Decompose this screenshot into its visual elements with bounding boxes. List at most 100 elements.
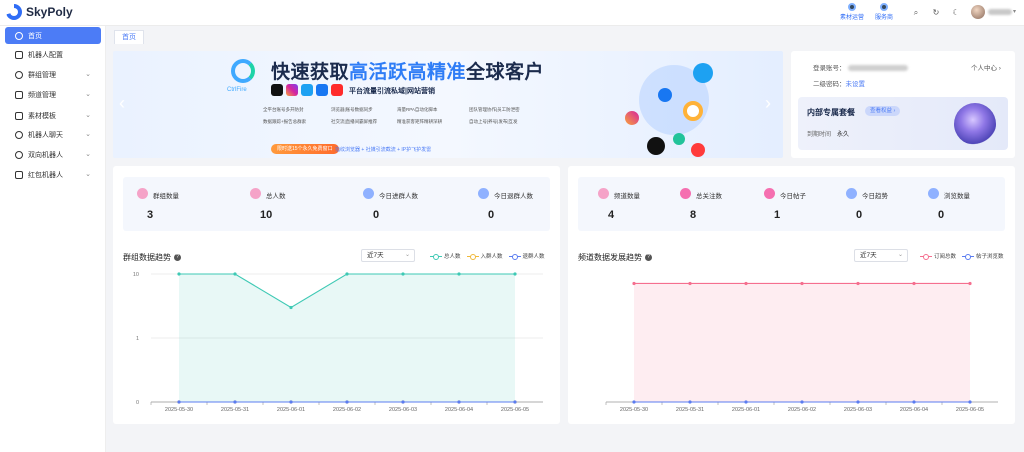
magnifier-icon <box>683 101 703 121</box>
data-point <box>856 281 860 286</box>
banner-cta-button[interactable]: 限时送15个永久免费窗口 <box>271 144 339 154</box>
twitter-icon <box>693 63 713 83</box>
legend-item[interactable]: 退群人数 <box>508 252 545 260</box>
group-range-select[interactable]: 近7天 ⌄ <box>361 249 415 262</box>
youtube-icon <box>331 84 343 96</box>
refresh-icon[interactable]: ↻ <box>931 8 941 18</box>
sidebar-item-label: 机器人聊天 <box>28 131 63 139</box>
legend-item[interactable]: 帖子浏览数 <box>962 252 1004 260</box>
channel-trend-chart: 2025-05-30 2025-05-31 2025-06-01 2025-06-02… <box>605 281 998 413</box>
banner-footer-text: 指纹浏览器 + 社媒引流截流 + IP护飞护发雷 <box>335 147 432 153</box>
x-tick-label: 2025-06-05 <box>501 407 529 413</box>
sidebar-item-red-packet-robot[interactable]: 红包机器人 ⌄ <box>5 166 101 183</box>
data-point <box>968 400 972 404</box>
stat-value: 4 <box>608 209 615 221</box>
legend-marker-icon <box>920 253 932 260</box>
data-point <box>632 400 636 404</box>
profile-link[interactable]: 个人中心 › <box>971 62 1001 72</box>
data-point <box>457 400 461 404</box>
help-icon[interactable]: ? <box>174 254 181 262</box>
chevron-down-icon: ⌄ <box>85 131 91 138</box>
legend-item[interactable]: 入群人数 <box>466 252 503 260</box>
tab-home[interactable]: 首页 <box>114 30 144 44</box>
group-range-value: 近7天 <box>367 252 384 259</box>
stat-value: 0 <box>488 209 495 221</box>
chevron-down-icon: ⌄ <box>85 171 91 178</box>
banner-feature: 社交流|直播间霸屏推荐 <box>331 119 378 124</box>
secondary-password-row: 二级密码：未设置 <box>813 78 865 88</box>
secondary-password-label: 二级密码： <box>813 81 846 88</box>
stat-value: 3 <box>147 209 154 221</box>
sidebar-item-home[interactable]: 首页 <box>5 27 101 44</box>
tiktok-icon <box>271 84 283 96</box>
secondary-password-value[interactable]: 未设置 <box>846 81 866 88</box>
stat-label: 频道数量 <box>614 193 640 200</box>
sidebar-item-channel-management[interactable]: 频道管理 ⌄ <box>5 86 101 103</box>
instagram-icon <box>286 84 298 96</box>
twitter-icon <box>301 84 313 96</box>
sidebar-item-two-way-robot[interactable]: 双向机器人 ⌄ <box>5 146 101 163</box>
series-area <box>634 283 970 402</box>
sidebar-item-robot-config[interactable]: 机器人配置 <box>5 46 101 63</box>
legend-label: 退群人数 <box>522 254 545 260</box>
app-logo[interactable]: SkyPoly <box>6 4 73 20</box>
legend-item[interactable]: 订阅总数 <box>920 252 956 260</box>
profile-link-label: 个人中心 <box>971 65 997 72</box>
sidebar-item-group-management[interactable]: 群组管理 ⌄ <box>5 66 101 83</box>
top-link-service[interactable]: 服务商 <box>869 3 899 21</box>
data-point <box>401 400 405 404</box>
legend-item[interactable]: 总人数 <box>430 252 461 260</box>
chevron-left-icon[interactable]: ‹ <box>119 93 125 114</box>
group-chart-title: 群组数据趋势? <box>123 252 181 263</box>
y-tick-label: 10 <box>133 272 139 278</box>
data-point <box>289 400 293 404</box>
search-icon[interactable]: ⌕ <box>911 8 921 18</box>
data-point <box>401 272 405 276</box>
banner-feature: 浏览器|账号数据同步 <box>331 107 373 112</box>
chevron-right-icon[interactable]: › <box>765 93 771 114</box>
sidebar-item-label: 双向机器人 <box>28 151 63 159</box>
social-icons <box>271 84 343 96</box>
group-trend-chart: 0 1 10 2025-05-30 2025-05-31 2025-06-01 2025-0… <box>133 272 543 413</box>
data-point <box>233 400 237 404</box>
tab-bar: 首页 <box>106 26 1024 46</box>
channel-stats: 频道数量 4 总关注数 8 今日帖子 1 今日趋势 0 浏览数量 0 <box>578 177 1005 231</box>
chevron-down-icon[interactable]: ▾ <box>1013 8 1016 15</box>
channel-range-select[interactable]: 近7天 ⌄ <box>854 249 908 262</box>
group-chart-title-text: 群组数据趋势 <box>123 253 171 262</box>
help-icon[interactable]: ? <box>645 254 652 262</box>
chevron-down-icon: ⌄ <box>85 112 91 119</box>
x-tick-label: 2025-06-03 <box>844 407 872 413</box>
legend-marker-icon <box>430 253 442 260</box>
data-point <box>912 400 916 404</box>
sidebar-item-label: 机器人配置 <box>28 51 63 59</box>
banner-feature: 精准获客矩阵精耕深耕 <box>397 119 442 124</box>
channel-chart-title: 频道数据发展趋势? <box>578 252 652 263</box>
promo-banner[interactable]: ‹ › CtrlFire 快速获取高活跃高精准全球客户 平台流量引流私域|网站营… <box>113 51 783 158</box>
x-tick-label: 2025-06-01 <box>732 407 760 413</box>
top-link-operator[interactable]: 素材运营 <box>837 3 867 21</box>
legend-label: 总人数 <box>444 254 461 260</box>
legend-label: 订阅总数 <box>934 254 957 260</box>
login-account-label: 登录账号： <box>813 65 846 72</box>
data-point <box>457 272 461 276</box>
banner-feature: 海量RPA自动化脚本 <box>397 107 438 112</box>
sidebar-item-robot-chat[interactable]: 机器人聊天 ⌄ <box>5 126 101 143</box>
star-icon <box>680 188 691 199</box>
sidebar-item-label: 首页 <box>28 32 42 40</box>
moon-icon[interactable]: ☾ <box>951 8 961 18</box>
x-tick-label: 2025-06-02 <box>333 407 361 413</box>
sidebar-item-templates[interactable]: 素材模板 ⌄ <box>5 107 101 124</box>
view-benefits-button[interactable]: 查看权益 › <box>865 106 901 116</box>
tiktok-icon <box>647 137 665 155</box>
service-icon <box>880 3 888 11</box>
avatar[interactable] <box>971 5 985 19</box>
stat-value: 0 <box>938 209 945 221</box>
trend-icon <box>846 188 857 199</box>
x-tick-label: 2025-06-02 <box>788 407 816 413</box>
legend-label: 入群人数 <box>480 254 503 260</box>
group-icon <box>15 70 23 79</box>
legend-label: 帖子浏览数 <box>976 254 1004 260</box>
user-name-blurred[interactable] <box>988 9 1012 15</box>
x-tick-label: 2025-06-01 <box>277 407 305 413</box>
